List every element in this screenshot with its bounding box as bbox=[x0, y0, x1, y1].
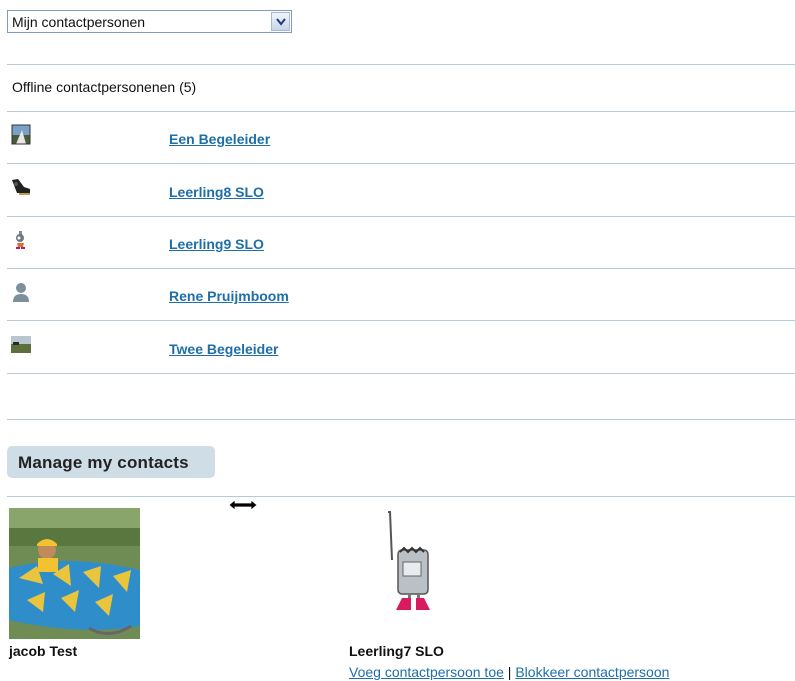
block-contact-link[interactable]: Blokkeer contactpersoon bbox=[515, 664, 669, 680]
landscape-avatar-icon bbox=[10, 124, 32, 146]
divider bbox=[7, 64, 795, 65]
card-name-jacob-test: jacob Test bbox=[9, 643, 78, 659]
contact-link-leerling9-slo[interactable]: Leerling9 SLO bbox=[169, 236, 264, 252]
card-actions: Voeg contactpersoon toe | Blokkeer conta… bbox=[349, 664, 669, 680]
divider bbox=[7, 496, 795, 497]
robot-avatar-icon bbox=[10, 229, 32, 251]
card-name-leerling7-slo: Leerling7 SLO bbox=[349, 643, 444, 659]
divider bbox=[7, 216, 795, 217]
contact-link-rene-pruijmboom[interactable]: Rene Pruijmboom bbox=[169, 288, 289, 304]
add-contact-link[interactable]: Voeg contactpersoon toe bbox=[349, 664, 504, 680]
divider bbox=[7, 268, 795, 269]
field-avatar-icon bbox=[10, 333, 32, 355]
divider bbox=[7, 373, 795, 374]
divider bbox=[7, 163, 795, 164]
divider bbox=[7, 320, 795, 321]
manage-contacts-button[interactable]: Manage my contacts bbox=[7, 446, 215, 478]
divider bbox=[7, 419, 795, 420]
contact-photo-jacob-test[interactable] bbox=[9, 508, 140, 639]
chevron-down-icon[interactable] bbox=[271, 12, 290, 31]
divider bbox=[7, 111, 795, 112]
contact-link-twee-begeleider[interactable]: Twee Begeleider bbox=[169, 341, 278, 357]
contact-link-leerling8-slo[interactable]: Leerling8 SLO bbox=[169, 184, 264, 200]
robot-figure-image[interactable] bbox=[380, 510, 440, 618]
default-user-avatar-icon bbox=[10, 281, 32, 303]
shoe-avatar-icon bbox=[10, 176, 32, 198]
contact-link-een-begeleider[interactable]: Een Begeleider bbox=[169, 131, 270, 147]
resize-cursor-icon bbox=[228, 498, 258, 517]
offline-section-title: Offline contactpersonenen (5) bbox=[12, 79, 197, 95]
actions-separator: | bbox=[507, 664, 512, 680]
contacts-select[interactable]: Mijn contactpersonen bbox=[7, 10, 292, 33]
contacts-select-value: Mijn contactpersonen bbox=[12, 14, 146, 30]
